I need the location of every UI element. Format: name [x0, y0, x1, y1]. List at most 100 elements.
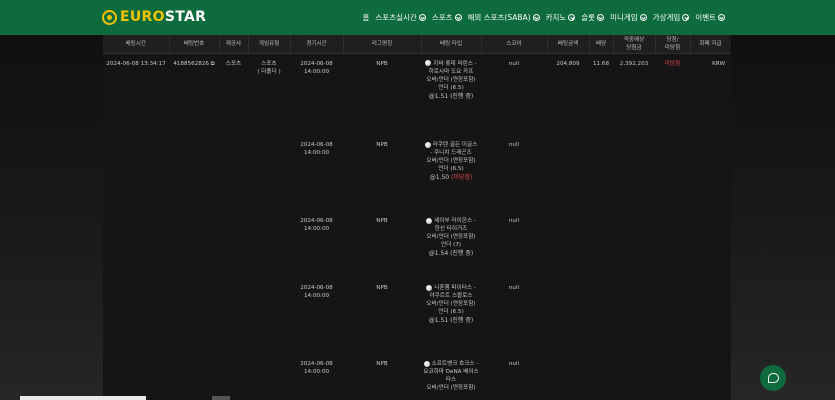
leg-status: (진행 중)	[450, 250, 474, 257]
main-nav: 홈 스포츠실시간 스포츠 해외 스포츠(SABA) 카지노 슬롯 미니게임 가상게임 이벤트	[363, 12, 725, 23]
background-right	[731, 35, 835, 400]
nav-item-7[interactable]: 가상게임	[653, 12, 690, 23]
logo-text-star: STAR	[164, 9, 207, 25]
nav-item-8[interactable]: 이벤트	[695, 12, 725, 23]
column-header-9: 배당	[589, 35, 614, 54]
league-cell: NPB	[376, 142, 388, 148]
table-cell	[169, 278, 219, 354]
table-cell	[103, 211, 169, 278]
match-time-cell: 2024-06-08 14:00:00	[300, 142, 333, 156]
table-cell	[655, 278, 690, 354]
nav-item-6[interactable]: 미니게임	[610, 12, 647, 23]
bet-amount-cell: 204,809	[556, 60, 580, 67]
bet-type-cell: 세이부 라이온스 - 한신 타이거즈 오버/언더 (연장포함) 언더 (7) @1.5…	[421, 211, 481, 278]
chevron-down-icon	[532, 14, 540, 21]
horizontal-scrollbar[interactable]	[20, 396, 146, 400]
copy-icon[interactable]: ⧉	[209, 61, 215, 67]
column-header-0: 베팅시간	[103, 35, 170, 54]
baseball-icon	[424, 141, 431, 148]
match-time-cell: 2024-06-08 14:00:00	[300, 285, 333, 299]
bet-detail: 지바 롯데 마린스 - 히로시마 도요 카프 오버/언더 (연장포함) 언더 (6.…	[421, 60, 481, 101]
nav-item-label: 미니게임	[610, 13, 638, 22]
nav-item-label: 슬롯	[581, 13, 596, 22]
provider-cell: 스포츠	[225, 60, 242, 67]
nav-item-0[interactable]: 홈	[363, 12, 370, 23]
table-cell	[589, 354, 613, 400]
nav-item-4[interactable]: 카지노	[546, 12, 576, 23]
scrollbar-thumb[interactable]	[212, 396, 230, 400]
bet-type-cell: 지바 롯데 마린스 - 히로시마 도요 카프 오버/언더 (연장포함) 언더 (6.…	[421, 53, 481, 135]
table-cell	[103, 278, 169, 354]
table-cell	[655, 135, 690, 211]
teams-text: 라쿠텐 골든 이글스 - 주니치 드래곤즈	[430, 142, 478, 156]
logo[interactable]: EUROSTAR	[102, 9, 206, 25]
market-text: 오버/언더 (연장포함)	[426, 158, 476, 164]
chevron-down-icon	[597, 14, 605, 21]
nav-item-3[interactable]: 해외 스포츠(SABA)	[468, 12, 540, 23]
leg-odds: @1.54 (진행 중)	[429, 250, 473, 258]
pick-text: 언더 (6.5)	[438, 309, 464, 315]
bet-time-cell: 2024-06-08 13:34:17	[106, 60, 166, 67]
bet-detail: 니혼햄 파이터스 - 야쿠르트 스왈로스 오버/언더 (연장포함) 언더 (6.5)…	[421, 284, 481, 325]
leg-status: (진행 중)	[450, 317, 474, 324]
column-header-2: 제공사	[219, 35, 249, 54]
bet-teams: 니혼햄 파이터스 - 야쿠르트 스왈로스	[423, 284, 479, 300]
table-cell	[248, 135, 290, 211]
table-cell	[613, 135, 655, 211]
baseball-icon	[425, 60, 432, 66]
chat-icon	[767, 373, 779, 383]
nav-item-1[interactable]: 스포츠실시간	[375, 12, 426, 23]
bet-history-table: 베팅시간 베팅번호 제공사 게임유형 경기시간 리그명칭 베팅 타입 스코어 베팅금액 배당 적중예…	[103, 35, 731, 400]
match-time-cell: 2024-06-08 14:00:00	[300, 60, 333, 75]
column-header-5: 리그명칭	[343, 35, 422, 54]
match-time-cell: 2024-06-08 14:00:00	[300, 361, 333, 375]
nav-item-5[interactable]: 슬롯	[581, 12, 605, 23]
score-cell: null	[508, 60, 520, 67]
table-cell	[219, 354, 248, 400]
teams-text: 지바 롯데 마린스 - 히로시마 도요 카프	[428, 60, 477, 75]
bet-detail: 세이부 라이온스 - 한신 타이거즈 오버/언더 (연장포함) 언더 (7) @1.5…	[421, 217, 481, 258]
table-row: 2024-06-08 14:00:00 NPB 니혼햄 파이터스 - 야쿠르트 스왈로…	[103, 278, 731, 354]
table-cell	[589, 278, 613, 354]
nav-item-label: 스포츠	[431, 13, 453, 22]
currency-cell: KRW	[712, 60, 725, 67]
table-cell	[690, 278, 731, 354]
market-text: 오버/언더 (연장포함)	[426, 234, 476, 240]
table-cell	[219, 278, 248, 354]
column-header-11: 당첨/미당첨	[655, 35, 691, 54]
column-header-8: 베팅금액	[547, 35, 590, 54]
column-header-4: 경기시간	[290, 35, 344, 54]
score-cell: null	[508, 361, 520, 367]
leg-odds: @1.51 (진행 중)	[429, 317, 473, 325]
market-text: 오버/언더 (연장포함)	[426, 385, 476, 391]
pick-text: 언더 (7)	[441, 242, 461, 248]
background-left	[0, 35, 103, 400]
nav-item-2[interactable]: 스포츠	[432, 12, 462, 23]
market-text: 오버/언더 (연장포함)	[426, 301, 476, 307]
table-cell	[103, 135, 169, 211]
chevron-down-icon	[718, 14, 725, 21]
league-cell: NPB	[376, 361, 388, 367]
leg-status: (진행 중)	[450, 92, 474, 100]
leg-odds-value: @1.51	[428, 92, 451, 100]
baseball-icon	[426, 217, 433, 224]
table-cell	[655, 211, 690, 278]
nav-item-label: 이벤트	[695, 13, 716, 22]
chat-button[interactable]	[760, 365, 786, 391]
table-cell	[219, 135, 248, 211]
table-cell	[690, 135, 731, 211]
table-cell	[690, 354, 731, 400]
logo-text-euro: EURO	[120, 9, 165, 25]
odds-cell: 11.68	[592, 60, 609, 67]
bet-detail: 라쿠텐 골든 이글스 - 주니치 드래곤즈 오버/언더 (연장포함) 언더 (6.5…	[421, 141, 481, 182]
table-cell	[547, 211, 589, 278]
bet-teams: 지바 롯데 마린스 - 히로시마 도요 카프	[423, 60, 479, 76]
bet-type-cell: 라쿠텐 골든 이글스 - 주니치 드래곤즈 오버/언더 (연장포함) 언더 (6.5…	[421, 135, 481, 211]
table-cell	[103, 354, 169, 400]
column-header-3: 게임유형	[248, 35, 291, 54]
column-header-12: 화폐 지급	[690, 35, 731, 54]
score-cell: null	[508, 218, 520, 224]
table-cell	[169, 354, 219, 400]
nav-item-label: 해외 스포츠(SABA)	[467, 13, 531, 22]
score-cell: null	[508, 285, 520, 291]
